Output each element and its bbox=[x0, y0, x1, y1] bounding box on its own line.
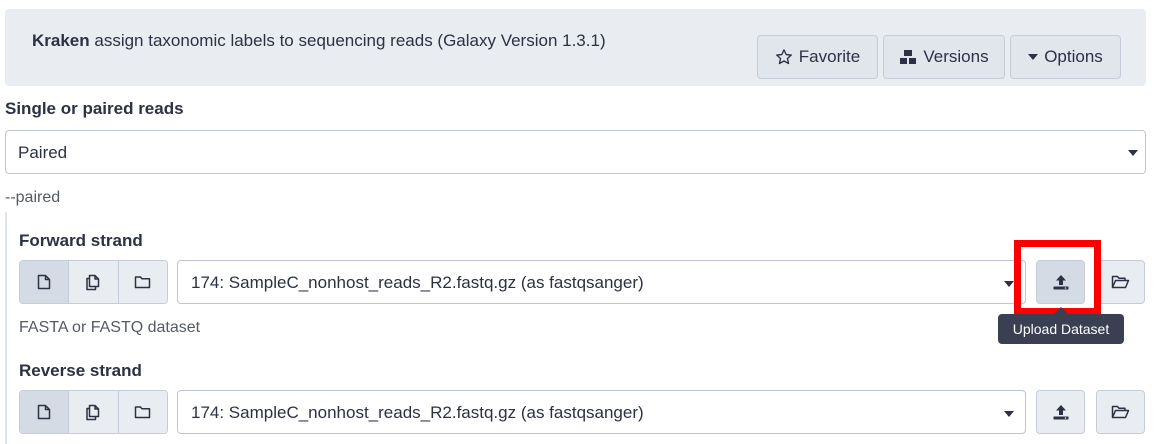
files-icon bbox=[85, 274, 101, 291]
dataset-collection-button[interactable] bbox=[118, 391, 167, 433]
forward-dataset-value: 174: SampleC_nonhost_reads_R2.fastq.gz (… bbox=[191, 273, 644, 292]
reverse-input-mode-group bbox=[19, 390, 168, 434]
dataset-collection-button[interactable] bbox=[118, 261, 167, 303]
multiple-datasets-button[interactable] bbox=[69, 261, 119, 303]
caret-down-icon bbox=[1028, 53, 1039, 61]
tool-description: assign taxonomic labels to sequencing re… bbox=[94, 31, 606, 50]
reverse-dataset-value: 174: SampleC_nonhost_reads_R2.fastq.gz (… bbox=[191, 403, 644, 422]
reads-mode-select[interactable]: Paired bbox=[5, 130, 1146, 174]
star-icon bbox=[775, 48, 793, 66]
versions-button[interactable]: Versions bbox=[883, 35, 1005, 79]
caret-down-icon bbox=[1004, 281, 1014, 287]
reads-mode-help: --paired bbox=[5, 189, 61, 206]
reverse-upload-button[interactable] bbox=[1036, 390, 1085, 434]
forward-browse-button[interactable] bbox=[1096, 260, 1145, 304]
upload-icon bbox=[1052, 403, 1070, 421]
favorite-label: Favorite bbox=[798, 47, 861, 66]
forward-strand-label: Forward strand bbox=[19, 231, 143, 250]
tool-header: Kraken assign taxonomic labels to sequen… bbox=[5, 9, 1146, 86]
tool-name: Kraken bbox=[32, 31, 90, 50]
forward-dataset-select[interactable]: 174: SampleC_nonhost_reads_R2.fastq.gz (… bbox=[177, 260, 1026, 304]
tool-title: Kraken assign taxonomic labels to sequen… bbox=[32, 31, 606, 51]
section-divider bbox=[5, 212, 7, 444]
folder-icon bbox=[134, 275, 151, 289]
reverse-strand-label: Reverse strand bbox=[19, 361, 142, 380]
reads-mode-value: Paired bbox=[18, 143, 68, 162]
folder-open-icon bbox=[1111, 275, 1130, 289]
upload-highlight-box bbox=[1014, 240, 1101, 315]
file-icon bbox=[37, 274, 51, 290]
caret-down-icon bbox=[1128, 150, 1138, 156]
single-dataset-button[interactable] bbox=[20, 391, 70, 433]
forward-input-mode-group bbox=[19, 260, 168, 304]
tooltip-arrow bbox=[1054, 307, 1068, 314]
cubes-icon bbox=[899, 49, 917, 65]
reverse-browse-button[interactable] bbox=[1096, 390, 1145, 434]
folder-open-icon bbox=[1111, 405, 1130, 419]
reads-mode-label: Single or paired reads bbox=[5, 99, 184, 118]
upload-tooltip: Upload Dataset bbox=[998, 314, 1124, 344]
file-icon bbox=[37, 404, 51, 420]
forward-strand-help: FASTA or FASTQ dataset bbox=[19, 319, 201, 336]
folder-icon bbox=[134, 405, 151, 419]
single-dataset-button[interactable] bbox=[20, 261, 70, 303]
options-label: Options bbox=[1044, 47, 1103, 66]
favorite-button[interactable]: Favorite bbox=[757, 35, 878, 79]
files-icon bbox=[85, 404, 101, 421]
multiple-datasets-button[interactable] bbox=[69, 391, 119, 433]
options-button[interactable]: Options bbox=[1010, 35, 1121, 79]
caret-down-icon bbox=[1004, 411, 1014, 417]
versions-label: Versions bbox=[923, 47, 989, 66]
reverse-dataset-select[interactable]: 174: SampleC_nonhost_reads_R2.fastq.gz (… bbox=[177, 390, 1026, 434]
